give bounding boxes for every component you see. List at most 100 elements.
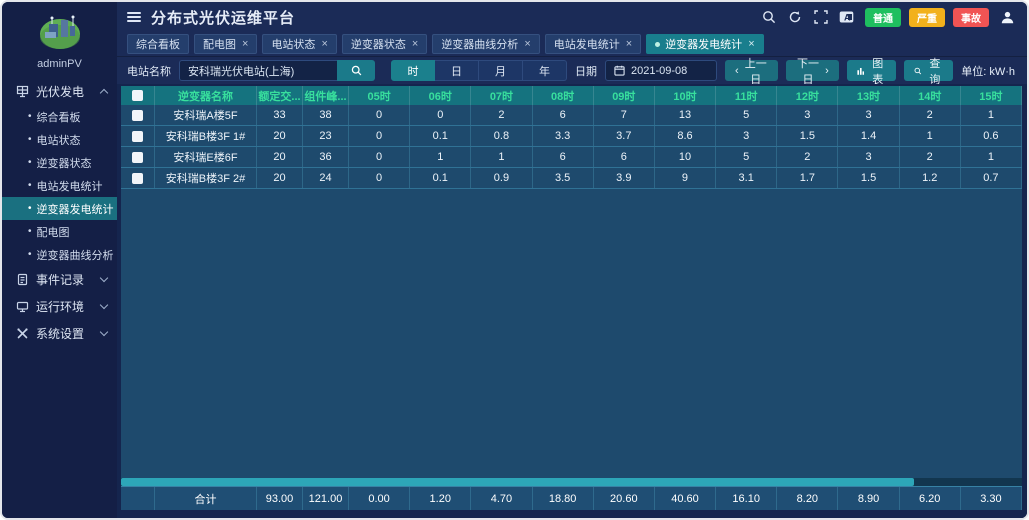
value-cell-4: 2 <box>471 105 532 125</box>
column-header-7: 09时 <box>594 86 655 105</box>
total-label-cell: 合计 <box>155 487 257 510</box>
table-body: 安科瑞A楼5F3338002671353321安科瑞B楼3F 1#202300.… <box>121 105 1022 189</box>
inverter-name-cell: 安科瑞B楼3F 1# <box>155 126 257 146</box>
row-checkbox[interactable] <box>132 131 143 142</box>
total-value-cell-6: 20.60 <box>594 487 655 510</box>
sidebar-item-逆变器发电统计[interactable]: • 逆变器发电统计 <box>2 197 117 220</box>
sidebar-menu: 光伏发电•综合看板•电站状态•逆变器状态•电站发电统计•逆变器发电统计•配电图•… <box>2 78 117 518</box>
tab-close-icon[interactable]: × <box>626 39 632 50</box>
next-day-button[interactable]: 下一日 › <box>786 60 839 81</box>
tab-close-icon[interactable]: × <box>321 39 327 50</box>
value-cell-12: 1 <box>961 147 1022 167</box>
tab-逆变器状态[interactable]: 逆变器状态× <box>342 34 427 54</box>
search-icon[interactable] <box>761 10 776 25</box>
chevron-down-icon <box>100 328 108 336</box>
value-cell-6: 6 <box>594 147 655 167</box>
translate-icon[interactable]: A <box>839 10 854 25</box>
value-cell-6: 3.7 <box>594 126 655 146</box>
tab-close-icon[interactable]: × <box>748 39 754 50</box>
value-cell-5: 3.5 <box>533 168 594 188</box>
column-header-9: 11时 <box>716 86 777 105</box>
tab-label: 电站发电统计 <box>554 36 620 52</box>
column-header-5: 07时 <box>471 86 532 105</box>
table-row-3: 安科瑞B楼3F 2#202400.10.93.53.993.11.71.51.2… <box>121 168 1022 189</box>
horizontal-scrollbar[interactable] <box>121 478 1022 486</box>
alarm-badge-0[interactable]: 普通 <box>865 8 901 27</box>
alarm-badge-2[interactable]: 事故 <box>953 8 989 27</box>
sidebar-group-label: 事件记录 <box>36 271 101 288</box>
alarm-badge-1[interactable]: 严重 <box>909 8 945 27</box>
tab-电站发电统计[interactable]: 电站发电统计 × <box>545 34 641 54</box>
value-cell-3: 1 <box>410 147 471 167</box>
sidebar-group-系统设置[interactable]: 系统设置 <box>2 320 117 347</box>
row-checkbox[interactable] <box>132 152 143 163</box>
env-icon <box>16 300 29 313</box>
total-value-cell-0: 93.00 <box>257 487 303 510</box>
period-option-日[interactable]: 日 <box>435 60 479 81</box>
value-cell-4: 0.8 <box>471 126 532 146</box>
query-button[interactable]: 查询 <box>904 60 953 81</box>
chart-button[interactable]: 图表 <box>847 60 896 81</box>
menu-toggle-icon[interactable] <box>127 12 141 22</box>
value-cell-7: 10 <box>655 147 716 167</box>
row-checkbox-cell <box>121 126 155 146</box>
sidebar-item-label: 综合看板 <box>37 109 81 125</box>
header-checkbox-cell <box>121 86 155 105</box>
tab-close-icon[interactable]: × <box>524 39 530 50</box>
period-option-月[interactable]: 月 <box>479 60 523 81</box>
sidebar-submenu: •综合看板•电站状态•逆变器状态•电站发电统计•逆变器发电统计•配电图•逆变器曲… <box>2 105 117 266</box>
sidebar-item-综合看板[interactable]: •综合看板 <box>2 105 117 128</box>
filter-bar: 电站名称 时日月年 日期 2021-09-08 ‹ 上一日 下一日 › <box>117 57 1027 84</box>
bar-chart-icon <box>857 66 865 76</box>
sidebar-item-逆变器状态[interactable]: •逆变器状态 <box>2 151 117 174</box>
sidebar-item-逆变器曲线分析[interactable]: •逆变器曲线分析 <box>2 243 117 266</box>
value-cell-11: 1.2 <box>900 168 961 188</box>
value-cell-12: 0.6 <box>961 126 1022 146</box>
sidebar-item-电站发电统计[interactable]: •电站发电统计 <box>2 174 117 197</box>
sidebar-item-电站状态[interactable]: •电站状态 <box>2 128 117 151</box>
column-header-1: 额定交... <box>257 86 303 105</box>
tab-逆变器曲线分析[interactable]: 逆变器曲线分析× <box>432 34 539 54</box>
value-cell-2: 0 <box>349 126 410 146</box>
tab-label: 电站状态 <box>271 36 315 52</box>
tab-配电图[interactable]: 配电图× <box>194 34 257 54</box>
inverter-name-cell: 安科瑞B楼3F 2# <box>155 168 257 188</box>
tab-电站状态[interactable]: 电站状态 × <box>262 34 336 54</box>
tab-close-icon[interactable]: × <box>412 39 418 50</box>
station-name-input[interactable] <box>179 60 337 81</box>
sidebar-group-label: 运行环境 <box>36 298 101 315</box>
value-cell-0: 20 <box>257 126 303 146</box>
tab-综合看板[interactable]: 综合看板 <box>127 34 189 54</box>
row-checkbox[interactable] <box>132 110 143 121</box>
value-cell-8: 3.1 <box>716 168 777 188</box>
select-all-checkbox[interactable] <box>132 90 143 101</box>
refresh-icon[interactable] <box>787 10 802 25</box>
value-cell-1: 36 <box>303 147 349 167</box>
sidebar-group-事件记录[interactable]: 事件记录 <box>2 266 117 293</box>
period-option-时[interactable]: 时 <box>391 60 435 81</box>
sidebar-item-label: 逆变器发电统计 <box>37 201 114 217</box>
station-search-button[interactable] <box>337 60 375 81</box>
fullscreen-icon[interactable] <box>813 10 828 25</box>
tab-逆变器发电统计[interactable]: 逆变器发电统计× <box>646 34 763 54</box>
total-value-cell-12: 3.30 <box>961 487 1022 510</box>
row-checkbox[interactable] <box>132 173 143 184</box>
sidebar-group-光伏发电[interactable]: 光伏发电 <box>2 78 117 105</box>
date-picker[interactable]: 2021-09-08 <box>605 60 717 81</box>
table-empty-space <box>121 189 1022 478</box>
sidebar-group-运行环境[interactable]: 运行环境 <box>2 293 117 320</box>
prev-day-button[interactable]: ‹ 上一日 <box>725 60 778 81</box>
unit-label: 单位: kW·h <box>961 63 1015 79</box>
magnifier-icon <box>914 66 922 76</box>
column-header-12: 14时 <box>900 86 961 105</box>
tab-close-icon[interactable]: × <box>242 39 248 50</box>
bullet-icon: • <box>28 157 32 168</box>
sidebar-item-配电图[interactable]: •配电图 <box>2 220 117 243</box>
calendar-icon <box>614 65 625 76</box>
sidebar-item-label: 配电图 <box>37 224 70 240</box>
user-avatar-icon[interactable] <box>1000 10 1015 25</box>
scrollbar-thumb[interactable] <box>121 478 914 486</box>
row-checkbox-cell <box>121 105 155 125</box>
bullet-icon: • <box>28 203 32 214</box>
period-option-年[interactable]: 年 <box>523 60 567 81</box>
